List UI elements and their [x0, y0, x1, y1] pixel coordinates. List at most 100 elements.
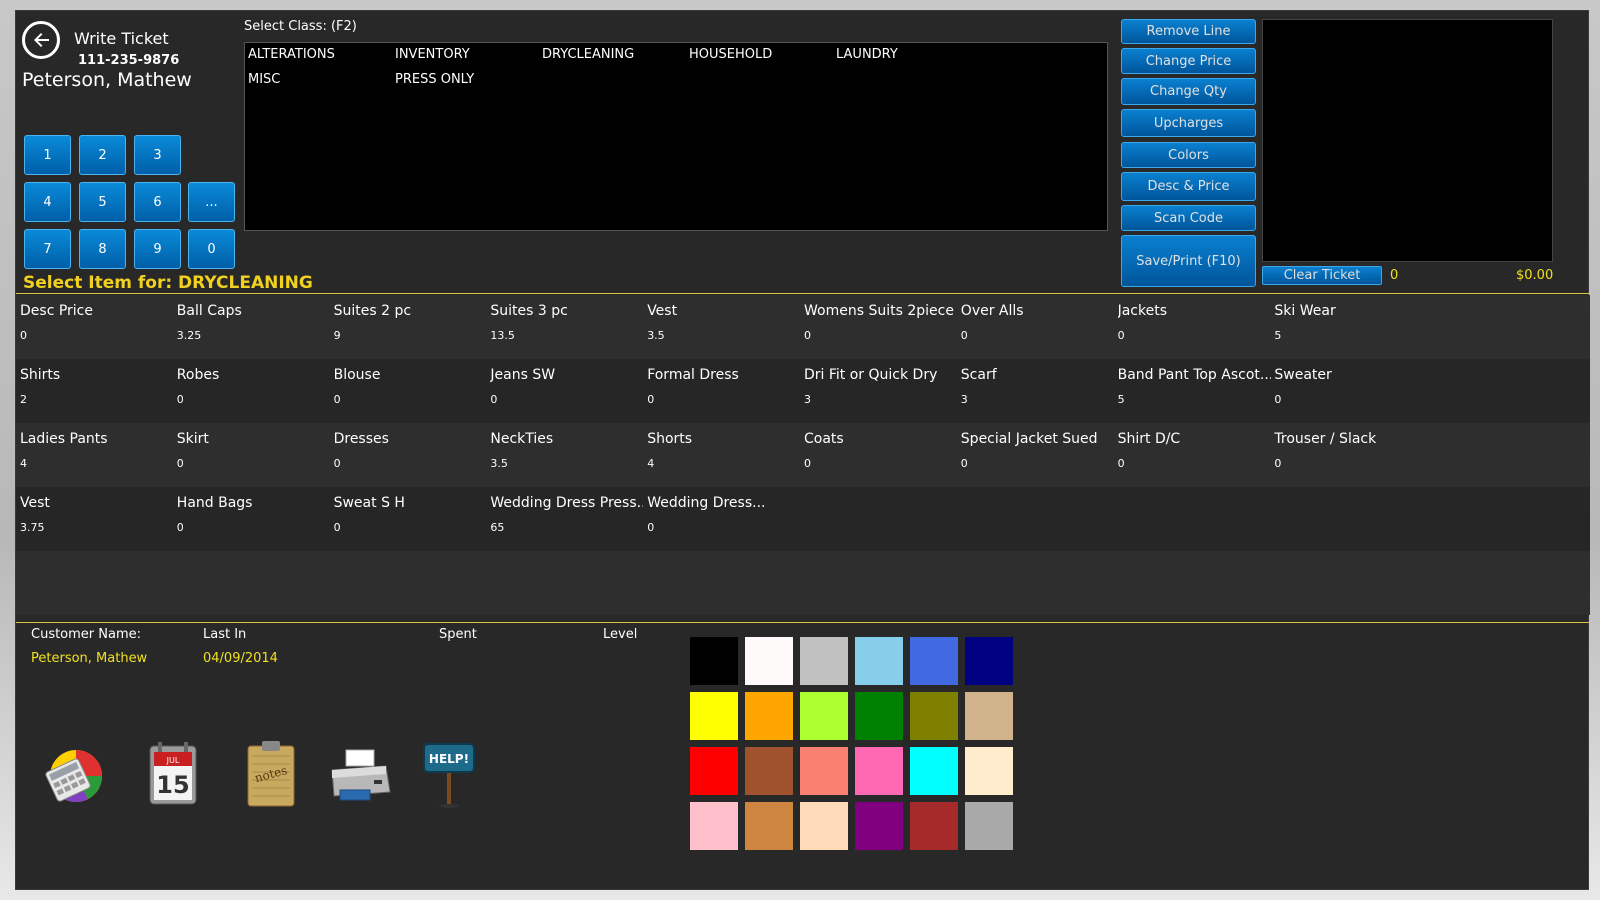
item-tile[interactable]: Vest 3.75: [16, 487, 173, 551]
item-tile[interactable]: Jeans SW 0: [486, 359, 643, 423]
item-tile[interactable]: Ladies Pants 4: [16, 423, 173, 487]
notes-icon[interactable]: notes: [234, 736, 304, 811]
color-swatch[interactable]: [800, 802, 848, 850]
color-swatch[interactable]: [965, 692, 1013, 740]
color-swatch[interactable]: [855, 637, 903, 685]
color-swatch[interactable]: [965, 637, 1013, 685]
class-item[interactable]: INVENTORY: [395, 47, 470, 62]
color-swatch[interactable]: [855, 747, 903, 795]
class-item[interactable]: MISC: [248, 72, 280, 87]
color-swatch[interactable]: [745, 747, 793, 795]
item-tile[interactable]: Skirt 0: [173, 423, 330, 487]
item-tile[interactable]: Wedding Dress Press... 65: [486, 487, 643, 551]
class-item[interactable]: DRYCLEANING: [542, 47, 634, 62]
remove-line-button[interactable]: Remove Line: [1121, 19, 1256, 44]
colors-button[interactable]: Colors: [1121, 142, 1256, 168]
color-swatch[interactable]: [745, 637, 793, 685]
color-swatch[interactable]: [690, 637, 738, 685]
color-swatch[interactable]: [910, 637, 958, 685]
numpad-key[interactable]: 9: [134, 229, 181, 269]
save-print-button[interactable]: Save/Print (F10): [1121, 235, 1256, 287]
color-swatch[interactable]: [800, 747, 848, 795]
color-swatch[interactable]: [855, 802, 903, 850]
back-arrow-icon[interactable]: [22, 21, 60, 59]
item-tile[interactable]: Suites 2 pc 9: [330, 295, 487, 359]
item-tile[interactable]: Shorts 4: [643, 423, 800, 487]
numpad-key[interactable]: 3: [134, 135, 181, 175]
item-tile[interactable]: Robes 0: [173, 359, 330, 423]
numpad-key[interactable]: ...: [188, 182, 235, 222]
item-price: 0: [333, 457, 341, 470]
color-swatch[interactable]: [690, 747, 738, 795]
item-tile[interactable]: Vest 3.5: [643, 295, 800, 359]
color-swatch[interactable]: [800, 692, 848, 740]
numpad-key[interactable]: 4: [24, 182, 71, 222]
desc-price-button[interactable]: Desc & Price: [1121, 172, 1256, 201]
item-tile[interactable]: Special Jacket Sued 0: [957, 423, 1114, 487]
color-swatch[interactable]: [910, 802, 958, 850]
item-tile[interactable]: Shirts 2: [16, 359, 173, 423]
color-swatch[interactable]: [965, 747, 1013, 795]
color-swatch[interactable]: [690, 692, 738, 740]
item-tile[interactable]: Band Pant Top Ascot... 5: [1114, 359, 1271, 423]
item-tile[interactable]: Desc Price 0: [16, 295, 173, 359]
item-price: 3.5: [490, 457, 508, 470]
class-item[interactable]: ALTERATIONS: [248, 47, 335, 62]
item-tile[interactable]: Ball Caps 3.25: [173, 295, 330, 359]
item-tile[interactable]: NeckTies 3.5: [486, 423, 643, 487]
item-price: 0: [176, 521, 184, 534]
item-tile[interactable]: Sweat S H 0: [330, 487, 487, 551]
color-swatch[interactable]: [965, 802, 1013, 850]
item-tile[interactable]: Trouser / Slack 0: [1270, 423, 1427, 487]
change-price-button[interactable]: Change Price: [1121, 48, 1256, 74]
item-name: Jeans SW: [490, 367, 556, 383]
upcharges-button[interactable]: Upcharges: [1121, 109, 1256, 137]
color-swatch[interactable]: [910, 692, 958, 740]
item-tile[interactable]: Coats 0: [800, 423, 957, 487]
calendar-icon[interactable]: JUL 15: [138, 736, 208, 811]
color-swatch[interactable]: [745, 802, 793, 850]
item-price: 0: [804, 457, 811, 470]
numpad-key[interactable]: 2: [79, 135, 126, 175]
customer-name-label: Customer Name:: [31, 627, 142, 642]
item-price: 9: [333, 329, 341, 342]
item-tile[interactable]: Jackets 0: [1114, 295, 1271, 359]
item-tile[interactable]: Over Alls 0: [957, 295, 1114, 359]
item-tile[interactable]: Scarf 3: [957, 359, 1114, 423]
item-tile[interactable]: Dri Fit or Quick Dry 3: [800, 359, 957, 423]
class-item[interactable]: PRESS ONLY: [395, 72, 474, 87]
clear-ticket-button[interactable]: Clear Ticket: [1262, 266, 1382, 285]
item-tile[interactable]: Ski Wear 5: [1270, 295, 1427, 359]
item-tile[interactable]: Blouse 0: [330, 359, 487, 423]
color-swatch[interactable]: [855, 692, 903, 740]
color-swatch[interactable]: [910, 747, 958, 795]
scan-code-button[interactable]: Scan Code: [1121, 205, 1256, 231]
item-tile[interactable]: Shirt D/C 0: [1114, 423, 1271, 487]
numpad-key[interactable]: 8: [79, 229, 126, 269]
class-item[interactable]: HOUSEHOLD: [689, 47, 772, 62]
item-tile[interactable]: Formal Dress 0: [643, 359, 800, 423]
item-tile[interactable]: Dresses 0: [330, 423, 487, 487]
help-sign-icon[interactable]: HELP!: [414, 736, 484, 811]
select-item-label: Select Item for: DRYCLEANING: [23, 273, 313, 293]
item-tile[interactable]: Wedding Dress... 0: [643, 487, 800, 551]
numpad-key[interactable]: 5: [79, 182, 126, 222]
color-swatch[interactable]: [690, 802, 738, 850]
color-swatch[interactable]: [800, 637, 848, 685]
printer-icon[interactable]: [324, 736, 394, 811]
numpad-key[interactable]: 0: [188, 229, 235, 269]
item-tile[interactable]: Hand Bags 0: [173, 487, 330, 551]
item-price: 3: [804, 393, 811, 406]
item-tile[interactable]: Sweater 0: [1270, 359, 1427, 423]
item-name: Shorts: [647, 431, 693, 447]
item-tile[interactable]: Suites 3 pc 13.5: [486, 295, 643, 359]
change-qty-button[interactable]: Change Qty: [1121, 78, 1256, 105]
numpad-key[interactable]: 7: [24, 229, 71, 269]
calculator-icon[interactable]: [38, 736, 108, 811]
color-swatch[interactable]: [745, 692, 793, 740]
class-item[interactable]: LAUNDRY: [836, 47, 898, 62]
numpad-key[interactable]: 6: [134, 182, 181, 222]
item-price: 2: [20, 393, 27, 406]
item-tile[interactable]: Womens Suits 2piece 0: [800, 295, 957, 359]
numpad-key[interactable]: 1: [24, 135, 71, 175]
